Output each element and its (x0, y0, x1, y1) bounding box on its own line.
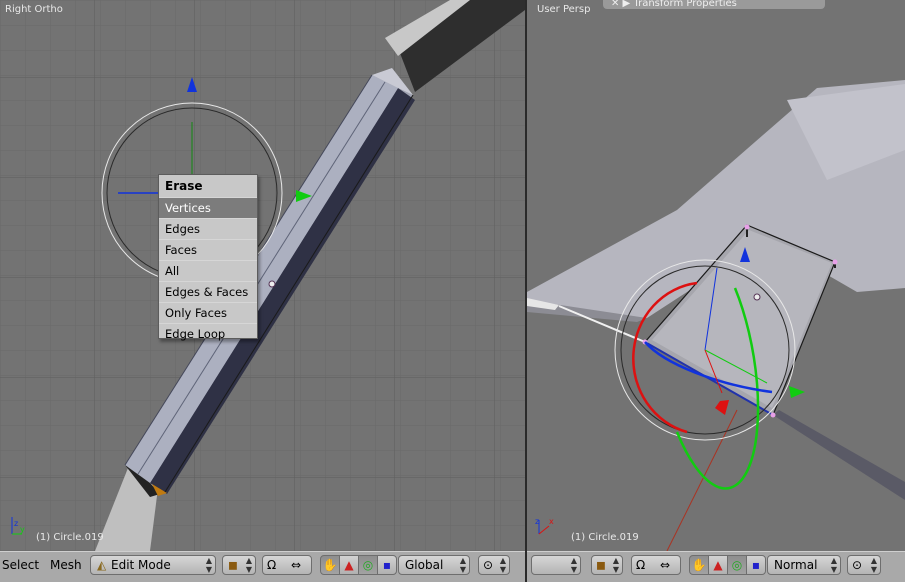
orientation-value: Global (405, 558, 444, 572)
menu-item-edges-faces[interactable]: Edges & Faces (159, 281, 257, 302)
svg-text:y: y (20, 525, 25, 534)
close-icon[interactable]: ✕ ▶ (611, 0, 630, 9)
mode-selector[interactable]: ◭ Edit Mode ▲ ▼ (90, 555, 216, 575)
translate-arrow-icon[interactable]: ▲ (339, 555, 359, 575)
menu-item-faces[interactable]: Faces (159, 239, 257, 260)
chevron-updown-icon: ▲ ▼ (870, 556, 877, 574)
snap-magnet-icon: Ω (636, 558, 646, 572)
right-viewport-header: ▲ ▼ ◼ ▲ ▼ Ω ⇔ ✋ ▲ ◎ ▪ Normal ▲ ▼ ⊙ ▲ ▼ (527, 551, 905, 582)
snap-settings[interactable]: Ω ⇔ (631, 555, 681, 575)
pivot-icon: ⊙ (852, 558, 863, 572)
hand-manipulator-icon[interactable]: ✋ (689, 555, 709, 575)
scale-icon[interactable]: ▪ (746, 555, 766, 575)
svg-text:z: z (535, 517, 539, 526)
pivot-selector[interactable]: ⊙ ▲ ▼ (847, 555, 881, 575)
menu-title: Erase (165, 179, 203, 193)
menu-item-only-faces[interactable]: Only Faces (159, 302, 257, 323)
snap-settings[interactable]: Ω ⇔ (262, 555, 312, 575)
translate-arrow-icon[interactable]: ▲ (708, 555, 728, 575)
orientation-value: Normal (774, 558, 818, 572)
snap-magnet-icon: Ω (267, 558, 277, 572)
active-object-label: (1) Circle.019 (571, 532, 639, 543)
scale-icon[interactable]: ▪ (377, 555, 397, 575)
panel-title: Transform Properties (633, 0, 737, 9)
svg-text:z: z (14, 519, 18, 528)
viewport-title: User Persp (537, 4, 591, 15)
snap-arrows-icon: ⇔ (660, 558, 671, 572)
snap-arrows-icon: ⇔ (291, 558, 302, 572)
chevron-updown-icon: ▲ ▼ (570, 556, 577, 574)
mesh-menu[interactable]: Mesh (50, 558, 82, 572)
orientation-selector[interactable]: Normal ▲ ▼ (767, 555, 841, 575)
menu-item-all[interactable]: All (159, 260, 257, 281)
mode-value: Edit Mode (111, 558, 171, 572)
erase-menu: Erase Vertices Edges Faces All Edges & F… (158, 174, 258, 341)
menu-item-vertices[interactable]: Vertices (159, 197, 257, 218)
chevron-updown-icon: ▲ ▼ (830, 556, 837, 574)
pivot-icon: ⊙ (483, 558, 494, 572)
left-3d-viewport[interactable]: z y Right Ortho (1) Circle.019 Erase Ver… (0, 0, 525, 551)
object-type-icon: ◼ (228, 558, 238, 572)
select-menu[interactable]: Select (2, 558, 39, 572)
menu-item-edges[interactable]: Edges (159, 218, 257, 239)
transform-properties-panel[interactable]: ✕ ▶ Transform Properties (603, 0, 825, 9)
rotate-icon[interactable]: ◎ (727, 555, 747, 575)
chevron-updown-icon: ▲ ▼ (245, 556, 252, 574)
rotate-icon[interactable]: ◎ (358, 555, 378, 575)
hand-manipulator-icon[interactable]: ✋ (320, 555, 340, 575)
chevron-updown-icon: ▲ ▼ (499, 556, 506, 574)
right-3d-viewport[interactable]: z x ✕ ▶ Transform Properties User Persp … (527, 0, 905, 551)
pivot-selector[interactable]: ⊙ ▲ ▼ (478, 555, 510, 575)
left-viewport-scene: z y (0, 0, 525, 551)
svg-text:x: x (549, 517, 554, 526)
right-viewport-scene: z x (527, 80, 905, 551)
viewport-title: Right Ortho (5, 4, 63, 15)
draw-type-selector[interactable]: ◼ ▲ ▼ (222, 555, 256, 575)
chevron-updown-icon: ▲ ▼ (205, 556, 212, 574)
draw-type-selector[interactable]: ◼ ▲ ▼ (591, 555, 623, 575)
mode-selector[interactable]: ▲ ▼ (531, 555, 581, 575)
active-object-label: (1) Circle.019 (36, 532, 104, 543)
object-type-icon: ◼ (596, 558, 606, 572)
chevron-updown-icon: ▲ ▼ (459, 556, 466, 574)
edit-mode-icon: ◭ (97, 558, 107, 572)
left-viewport-header: Select Mesh ◭ Edit Mode ▲ ▼ ◼ ▲ ▼ Ω ⇔ ✋ ▲ … (0, 551, 525, 582)
chevron-updown-icon: ▲ ▼ (612, 556, 619, 574)
orientation-selector[interactable]: Global ▲ ▼ (398, 555, 470, 575)
menu-item-edge-loop[interactable]: Edge Loop (159, 323, 257, 344)
